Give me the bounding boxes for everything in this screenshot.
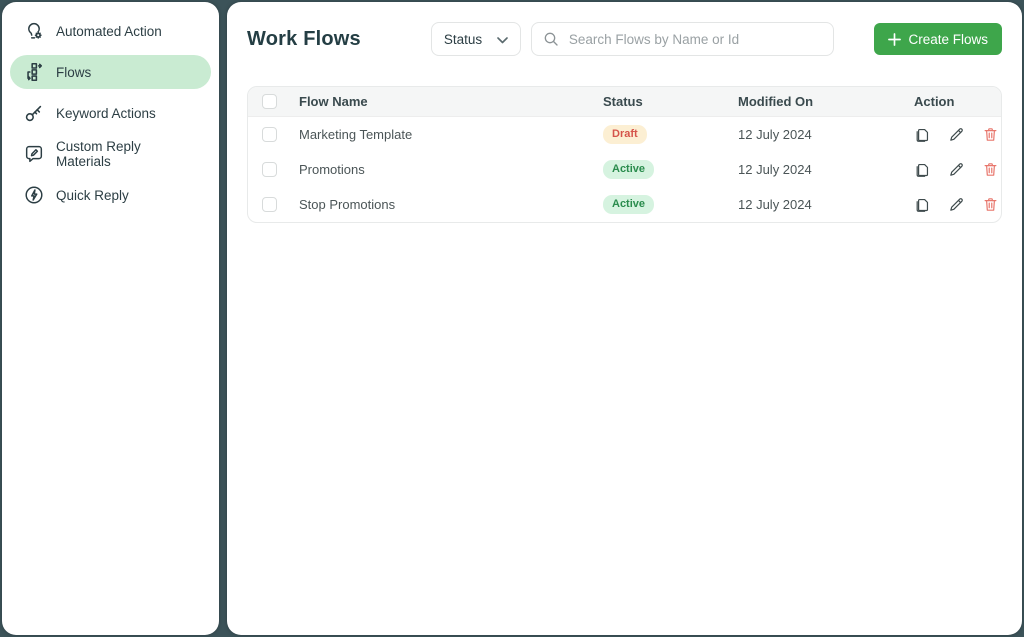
table-header-row: Flow Name Status Modified On Action — [248, 87, 1001, 117]
sidebar-item-label: Keyword Actions — [56, 106, 156, 121]
key-icon — [23, 102, 45, 124]
create-flows-button[interactable]: Create Flows — [874, 23, 1002, 55]
edit-icon[interactable] — [948, 196, 965, 213]
row-checkbox[interactable] — [262, 127, 277, 142]
row-actions — [901, 196, 1001, 213]
create-flows-button-label: Create Flows — [908, 32, 988, 47]
table-row: Promotions Active 12 July 2024 — [248, 152, 1001, 187]
sidebar: Automated Action Flows Keyword Actions — [2, 2, 219, 635]
copy-icon[interactable] — [914, 196, 931, 213]
main-panel: Work Flows Status Create Flows Flow Name… — [227, 2, 1022, 635]
column-header-modified-on: Modified On — [725, 94, 901, 109]
delete-icon[interactable] — [982, 196, 999, 213]
flow-name: Marketing Template — [286, 127, 590, 142]
chat-pencil-icon — [23, 143, 45, 165]
sidebar-item-keyword-actions[interactable]: Keyword Actions — [10, 96, 211, 130]
status-badge: Draft — [603, 125, 647, 143]
select-all-checkbox[interactable] — [262, 94, 277, 109]
table-row: Stop Promotions Active 12 July 2024 — [248, 187, 1001, 222]
column-header-action: Action — [901, 94, 1001, 109]
sidebar-item-quick-reply[interactable]: Quick Reply — [10, 178, 211, 212]
topbar: Work Flows Status Create Flows — [227, 2, 1022, 76]
search-input[interactable] — [567, 31, 822, 48]
delete-icon[interactable] — [982, 126, 999, 143]
edit-icon[interactable] — [948, 161, 965, 178]
status-filter-dropdown[interactable]: Status — [431, 22, 521, 56]
plus-icon — [888, 33, 901, 46]
column-header-status: Status — [590, 94, 725, 109]
search-box — [531, 22, 834, 56]
delete-icon[interactable] — [982, 161, 999, 178]
sidebar-item-label: Quick Reply — [56, 188, 129, 203]
page-title: Work Flows — [247, 28, 361, 51]
chevron-down-icon — [497, 32, 508, 47]
modified-date: 12 July 2024 — [725, 162, 901, 177]
edit-icon[interactable] — [948, 126, 965, 143]
status-badge: Active — [603, 160, 654, 178]
table-body: Marketing Template Draft 12 July 2024 — [248, 117, 1001, 222]
lightning-circle-icon — [23, 184, 45, 206]
copy-icon[interactable] — [914, 161, 931, 178]
sidebar-item-label: Custom Reply Materials — [56, 139, 198, 169]
modified-date: 12 July 2024 — [725, 197, 901, 212]
row-actions — [901, 161, 1001, 178]
modified-date: 12 July 2024 — [725, 127, 901, 142]
sidebar-item-label: Flows — [56, 65, 91, 80]
status-filter-label: Status — [444, 32, 482, 47]
sidebar-item-custom-reply-materials[interactable]: Custom Reply Materials — [10, 137, 211, 171]
workflow-icon — [23, 61, 45, 83]
flow-name: Stop Promotions — [286, 197, 590, 212]
row-checkbox[interactable] — [262, 197, 277, 212]
sidebar-item-label: Automated Action — [56, 24, 162, 39]
lightbulb-gear-icon — [23, 20, 45, 42]
status-badge: Active — [603, 195, 654, 213]
copy-icon[interactable] — [914, 126, 931, 143]
sidebar-item-automated-action[interactable]: Automated Action — [10, 14, 211, 48]
sidebar-item-flows[interactable]: Flows — [10, 55, 211, 89]
search-icon — [543, 31, 559, 47]
flow-name: Promotions — [286, 162, 590, 177]
row-actions — [901, 126, 1001, 143]
row-checkbox[interactable] — [262, 162, 277, 177]
flows-table: Flow Name Status Modified On Action Mark… — [247, 86, 1002, 223]
table-row: Marketing Template Draft 12 July 2024 — [248, 117, 1001, 152]
column-header-flow-name: Flow Name — [286, 94, 590, 109]
